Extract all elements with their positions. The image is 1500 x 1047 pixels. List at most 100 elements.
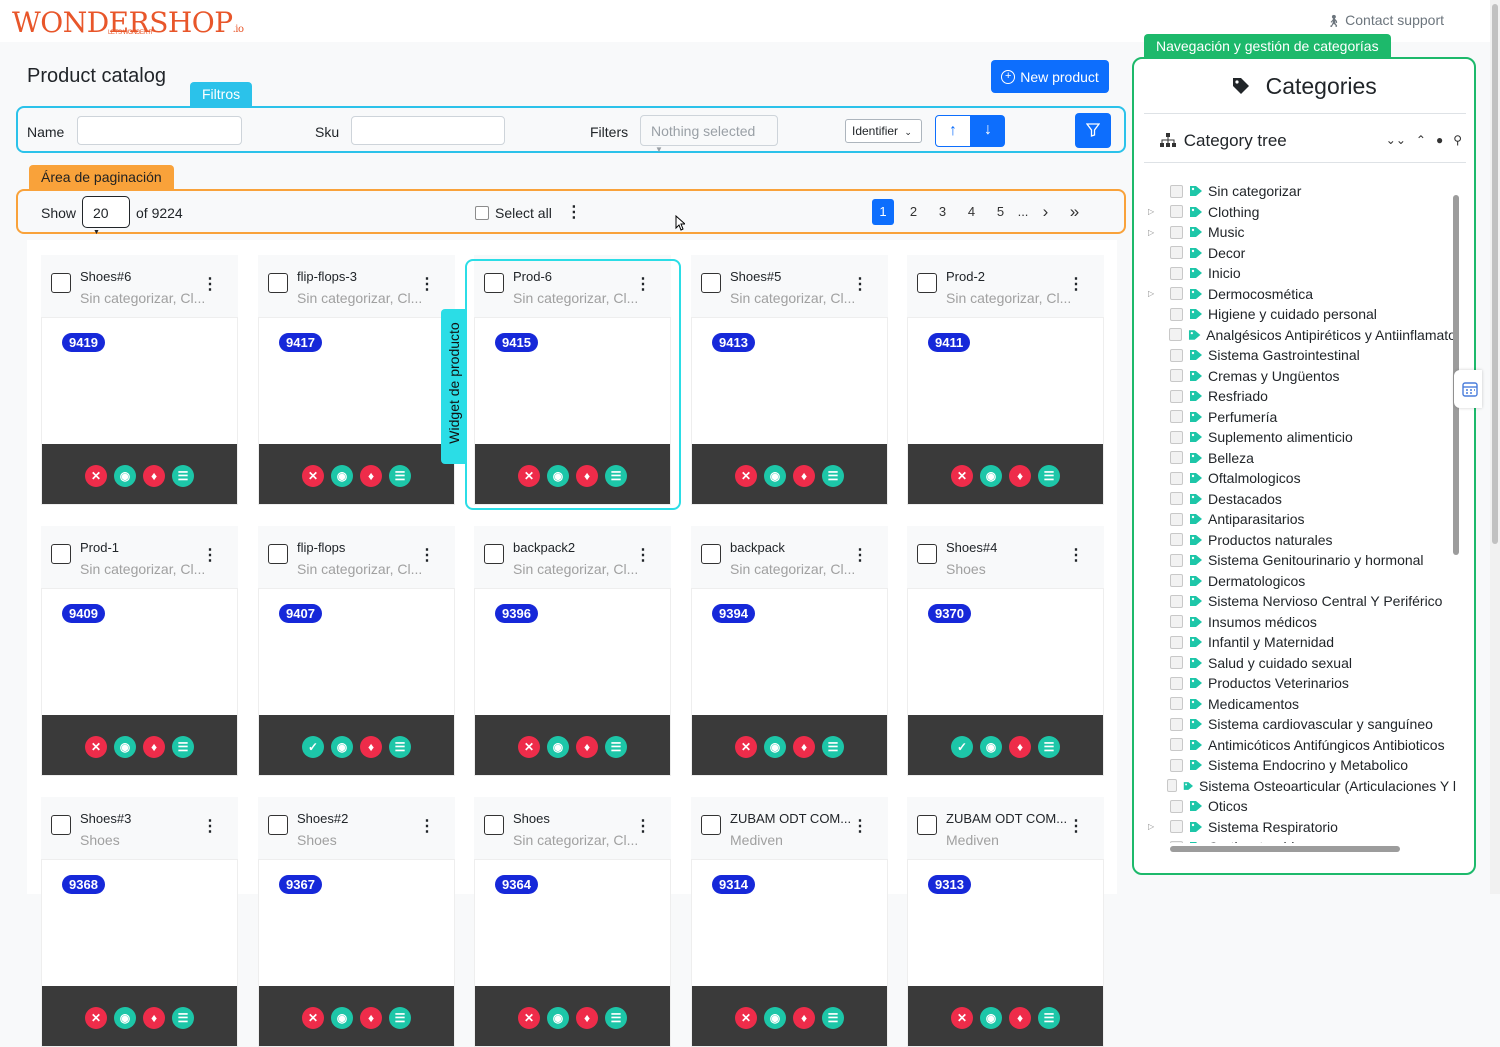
product-card[interactable]: Shoes#2 Shoes ⋮ 9367 ✕ ◉ ♦ ☰ <box>258 797 455 1047</box>
category-tree-item[interactable]: ▷ Dermocosmética <box>1148 284 1456 305</box>
category-checkbox[interactable] <box>1170 492 1183 506</box>
category-checkbox[interactable] <box>1170 553 1183 567</box>
cart-icon[interactable]: ☰ <box>172 1007 194 1029</box>
category-tree-item[interactable]: Suplemento alimenticio <box>1148 427 1456 448</box>
category-checkbox[interactable] <box>1170 615 1183 629</box>
view-eye-icon[interactable]: ◉ <box>114 736 136 758</box>
view-eye-icon[interactable]: ◉ <box>331 1007 353 1029</box>
page-scrollbar[interactable] <box>1490 0 1500 894</box>
category-tree-item[interactable]: Infantil y Maternidad <box>1148 632 1456 653</box>
category-tree-item[interactable]: Productos Veterinarios <box>1148 673 1456 694</box>
product-menu-kebab-icon[interactable]: ⋮ <box>202 548 218 564</box>
category-checkbox[interactable] <box>1170 799 1183 813</box>
category-tree-item[interactable]: Sistema Osteoarticular (Articulaciones Y… <box>1148 776 1456 797</box>
sku-filter-input[interactable] <box>351 116 505 145</box>
product-card[interactable]: Prod-1 Sin categorizar, Cl... ⋮ 9409 ✕ ◉ ♦ ☰ <box>41 526 238 776</box>
view-eye-icon[interactable]: ◉ <box>980 736 1002 758</box>
view-eye-icon[interactable]: ◉ <box>764 1007 786 1029</box>
category-checkbox[interactable] <box>1170 369 1183 383</box>
deactivate-icon[interactable]: ✕ <box>951 1007 973 1029</box>
product-image[interactable]: 9396 ✕ ◉ ♦ ☰ <box>474 588 671 776</box>
category-checkbox[interactable] <box>1170 840 1183 843</box>
category-checkbox[interactable] <box>1170 758 1183 772</box>
tag-icon[interactable]: ♦ <box>360 1007 382 1029</box>
deactivate-icon[interactable]: ✕ <box>735 1007 757 1029</box>
product-image[interactable]: 9370 ✓ ◉ ♦ ☰ <box>907 588 1104 776</box>
product-name[interactable]: Shoes <box>513 811 550 826</box>
cart-icon[interactable]: ☰ <box>605 736 627 758</box>
product-card[interactable]: ZUBAM ODT COM... Mediven ⋮ 9314 ✕ ◉ ♦ ☰ <box>691 797 888 1047</box>
category-checkbox[interactable] <box>1170 225 1183 239</box>
product-menu-kebab-icon[interactable]: ⋮ <box>1068 819 1084 835</box>
sort-descending-button[interactable]: ↓ <box>971 115 1005 147</box>
deactivate-icon[interactable]: ✕ <box>85 736 107 758</box>
category-tree-item[interactable]: Cremas y Ungüentos <box>1148 366 1456 387</box>
category-tree-item[interactable]: Antimicóticos Antifúngicos Antibioticos <box>1148 735 1456 756</box>
category-tree-item[interactable]: Productos naturales <box>1148 530 1456 551</box>
expand-caret-icon[interactable]: ▷ <box>1148 289 1162 298</box>
view-eye-icon[interactable]: ◉ <box>331 736 353 758</box>
category-checkbox[interactable] <box>1170 266 1183 280</box>
category-tree-item[interactable]: Insumos médicos <box>1148 612 1456 633</box>
product-image[interactable]: 9394 ✕ ◉ ♦ ☰ <box>691 588 888 776</box>
product-select-checkbox[interactable] <box>701 544 721 564</box>
category-checkbox[interactable] <box>1170 717 1183 731</box>
category-checkbox[interactable] <box>1166 779 1178 793</box>
product-name[interactable]: backpack <box>730 540 785 555</box>
apply-filter-button[interactable] <box>1075 113 1111 148</box>
collapse-all-icon[interactable]: ⌄⌄ <box>1386 133 1406 147</box>
deactivate-icon[interactable]: ✕ <box>85 1007 107 1029</box>
category-checkbox[interactable] <box>1170 430 1183 444</box>
category-tree-item[interactable]: Sin categorizar <box>1148 181 1456 202</box>
product-image[interactable]: 9367 ✕ ◉ ♦ ☰ <box>258 859 455 1047</box>
activate-icon[interactable]: ✓ <box>951 736 973 758</box>
expand-all-icon[interactable]: ⌃ <box>1416 133 1426 147</box>
product-image[interactable]: 9409 ✕ ◉ ♦ ☰ <box>41 588 238 776</box>
product-name[interactable]: Shoes#2 <box>297 811 348 826</box>
category-checkbox[interactable] <box>1170 451 1183 465</box>
deactivate-icon[interactable]: ✕ <box>85 465 107 487</box>
category-tree-item[interactable]: Oftalmologicos <box>1148 468 1456 489</box>
product-image[interactable]: 9419 ✕ ◉ ♦ ☰ <box>41 317 238 505</box>
view-eye-icon[interactable]: ◉ <box>980 465 1002 487</box>
tag-icon[interactable]: ♦ <box>1009 736 1031 758</box>
category-checkbox[interactable] <box>1170 471 1183 485</box>
product-image[interactable]: 9314 ✕ ◉ ♦ ☰ <box>691 859 888 1047</box>
product-menu-kebab-icon[interactable]: ⋮ <box>419 819 435 835</box>
product-card[interactable]: backpack2 Sin categorizar, Cl... ⋮ 9396 ✕ ◉ ♦ ☰ <box>474 526 671 776</box>
deactivate-icon[interactable]: ✕ <box>735 465 757 487</box>
category-tree-item[interactable]: Decor <box>1148 243 1456 264</box>
product-card[interactable]: Shoes#3 Shoes ⋮ 9368 ✕ ◉ ♦ ☰ <box>41 797 238 1047</box>
deactivate-icon[interactable]: ✕ <box>518 736 540 758</box>
product-select-checkbox[interactable] <box>917 544 937 564</box>
product-menu-kebab-icon[interactable]: ⋮ <box>1068 548 1084 564</box>
category-tree-item[interactable]: Dermatologicos <box>1148 571 1456 592</box>
product-name[interactable]: Shoes#5 <box>730 269 781 284</box>
product-select-checkbox[interactable] <box>917 815 937 835</box>
category-tree-item[interactable]: Sistema Nervioso Central Y Periférico <box>1148 591 1456 612</box>
category-tree-item[interactable]: ▷ Sistema Respiratorio <box>1148 817 1456 838</box>
category-tree-item[interactable]: Inicio <box>1148 263 1456 284</box>
tree-horizontal-scrollbar[interactable] <box>1146 845 1446 853</box>
product-menu-kebab-icon[interactable]: ⋮ <box>419 277 435 293</box>
category-checkbox[interactable] <box>1170 246 1183 260</box>
tag-icon[interactable]: ♦ <box>793 1007 815 1029</box>
product-card[interactable]: Shoes#4 Shoes ⋮ 9370 ✓ ◉ ♦ ☰ <box>907 526 1104 776</box>
category-tree-item[interactable]: Higiene y cuidado personal <box>1148 304 1456 325</box>
product-name[interactable]: ZUBAM ODT COM... <box>730 811 851 826</box>
cart-icon[interactable]: ☰ <box>605 1007 627 1029</box>
category-tree-item[interactable]: Sistema cardiovascular y sanguíneo <box>1148 714 1456 735</box>
category-checkbox[interactable] <box>1170 820 1183 834</box>
contact-support-link[interactable]: 🚶︎ Contact support <box>1326 12 1444 28</box>
category-checkbox[interactable] <box>1170 307 1183 321</box>
tag-icon[interactable]: ♦ <box>1009 465 1031 487</box>
category-tree-item[interactable]: Resfriado <box>1148 386 1456 407</box>
category-checkbox[interactable] <box>1170 184 1183 198</box>
category-tree-item[interactable]: Sistema Endocrino y Metabolico <box>1148 755 1456 776</box>
expand-caret-icon[interactable]: ▷ <box>1148 228 1162 237</box>
cart-icon[interactable]: ☰ <box>172 465 194 487</box>
per-page-select[interactable]: 20 ▼ <box>82 196 130 236</box>
product-select-checkbox[interactable] <box>51 273 71 293</box>
view-eye-icon[interactable]: ◉ <box>764 736 786 758</box>
expand-caret-icon[interactable]: ▷ <box>1148 207 1162 216</box>
